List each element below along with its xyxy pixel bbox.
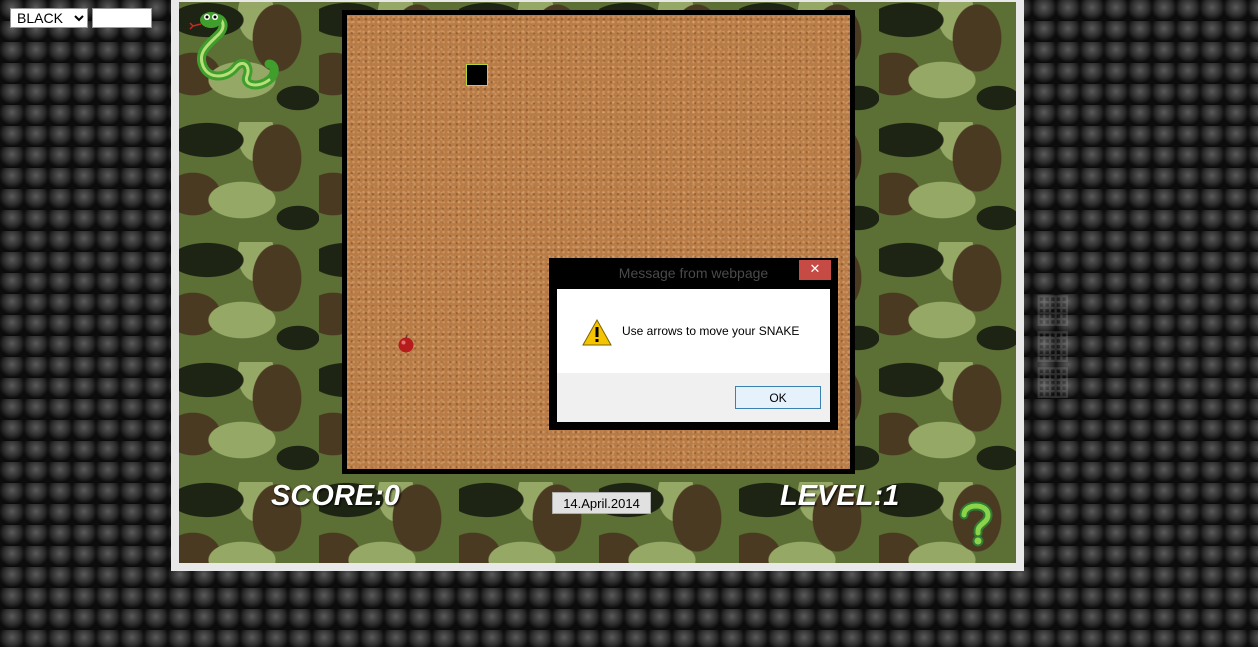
top-controls: BLACK <box>10 8 152 28</box>
snake-logo-icon <box>189 12 279 90</box>
date-button[interactable]: 14.April.2014 <box>552 492 651 514</box>
dialog-footer: OK <box>557 373 830 422</box>
dialog-message: Use arrows to move your SNAKE <box>622 324 800 338</box>
question-mark-icon[interactable] <box>954 499 998 547</box>
color-select[interactable]: BLACK <box>10 8 88 28</box>
text-input[interactable] <box>92 8 152 28</box>
dialog-titlebar: Message from webpage ✕ <box>550 259 837 289</box>
snake-head <box>466 64 488 86</box>
ok-button[interactable]: OK <box>735 386 821 409</box>
score-label: SCORE:0 <box>271 480 400 512</box>
alert-dialog: Message from webpage ✕ Use arrows to mov… <box>549 258 838 430</box>
dialog-close-button[interactable]: ✕ <box>799 260 831 280</box>
apple-icon <box>398 334 414 353</box>
dialog-body: Use arrows to move your SNAKE OK <box>557 289 830 422</box>
level-label: LEVEL:1 <box>780 480 900 512</box>
dialog-title: Message from webpage <box>618 265 769 281</box>
warning-icon <box>582 319 612 346</box>
background-watermark: ▦ ▦ ▦ <box>1034 285 1072 403</box>
